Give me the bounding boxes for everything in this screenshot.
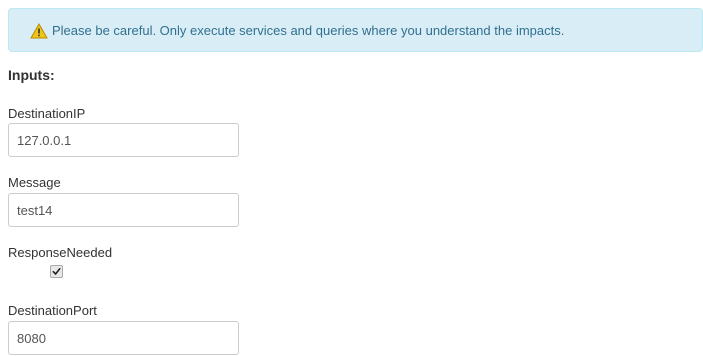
response-needed-label: ResponseNeeded (8, 245, 113, 260)
checkmark-icon (52, 267, 61, 275)
destination-ip-input[interactable] (8, 123, 239, 157)
warning-icon (30, 22, 48, 39)
response-needed-checkbox[interactable] (50, 265, 63, 278)
inputs-heading: Inputs: (8, 67, 55, 83)
destination-port-label: DestinationPort (8, 303, 97, 318)
warning-message: Please be careful. Only execute services… (52, 23, 565, 38)
destination-port-input[interactable] (8, 321, 239, 355)
warning-alert: Please be careful. Only execute services… (8, 8, 703, 52)
message-input[interactable] (8, 193, 239, 227)
destination-ip-label: DestinationIP (8, 106, 86, 121)
message-label: Message (8, 175, 61, 190)
